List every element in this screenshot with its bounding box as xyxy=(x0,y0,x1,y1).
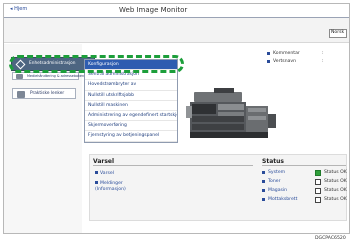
home-link-label[interactable]: Hjem xyxy=(14,6,27,12)
info-colon: : xyxy=(322,51,324,56)
bullet-icon xyxy=(262,171,265,174)
menu-item-reset-print-job[interactable]: Nullstill utskriftsjobb xyxy=(85,91,177,101)
status-label[interactable]: Magasin xyxy=(268,187,287,195)
status-divider xyxy=(262,165,346,166)
status-value: Status OK xyxy=(324,197,347,202)
info-colon: : xyxy=(322,59,324,64)
printer-image xyxy=(186,88,276,138)
status-title: Status xyxy=(262,158,284,165)
status-row-system: System Status OK xyxy=(262,169,347,177)
output-tray-icon xyxy=(315,197,321,203)
browser-viewport: ◂ Hjem Web Image Monitor Norsk Enhetsadm… xyxy=(3,3,350,234)
toner-icon xyxy=(315,179,321,185)
language-select[interactable]: Norsk xyxy=(329,29,347,38)
app-header: ◂ Hjem Web Image Monitor xyxy=(4,4,349,18)
bullet-icon xyxy=(262,189,265,192)
bullet-icon xyxy=(262,180,265,183)
menu-item-reset-machine[interactable]: Nullstill maskinen xyxy=(85,101,177,111)
address-book-icon xyxy=(16,74,23,79)
status-value: Status OK xyxy=(324,179,347,184)
app-title: Web Image Monitor xyxy=(119,6,188,14)
home-link[interactable]: ◂ Hjem xyxy=(10,6,27,12)
status-value: Status OK xyxy=(324,170,347,175)
status-label[interactable]: Toner xyxy=(268,178,280,186)
alert-label[interactable]: Meldinger (Informasjon) xyxy=(95,181,126,192)
device-management-label: Enhetsadministrasjon xyxy=(29,61,76,66)
status-row-output-tray: Mottaksbrett Status OK xyxy=(262,196,347,204)
bullet-icon xyxy=(95,181,98,184)
favorites-button[interactable]: Praktiske lenker xyxy=(12,88,76,99)
device-info: Kommentar : Vertsnavn : xyxy=(267,50,349,66)
menu-item-central-admin[interactable]: Sentral administrasjon xyxy=(85,70,177,81)
bullet-icon xyxy=(262,198,265,201)
info-key: Kommentar xyxy=(273,51,300,56)
info-key: Vertsnavn xyxy=(273,59,297,64)
menu-item-screen-transfer[interactable]: Skjermoverføring xyxy=(85,121,177,132)
status-row-toner: Toner Status OK xyxy=(262,178,347,186)
menu-item-custom-home-screen[interactable]: Administrering av egendefinert startskje… xyxy=(85,111,177,122)
status-label[interactable]: System xyxy=(268,169,285,177)
alerts-title: Varsel xyxy=(93,158,115,165)
alerts-divider xyxy=(93,165,253,166)
info-row: Vertsnavn : xyxy=(267,58,349,66)
link-icon xyxy=(17,91,25,98)
language-bar: Norsk xyxy=(4,18,349,43)
bullet-icon xyxy=(267,52,270,55)
alert-item[interactable]: Varsel xyxy=(95,171,114,176)
status-value: Status OK xyxy=(324,188,347,193)
address-book-label: Mediehåndtering & adressebokentry xyxy=(27,74,89,78)
address-book-button[interactable]: Mediehåndtering & adressebokentry xyxy=(12,72,89,80)
menu-item-remote-panel[interactable]: Fjernstyring av betjeningspanel xyxy=(85,131,177,142)
status-panel: Varsel Varsel Meldinger (Informasjon) St… xyxy=(89,154,347,221)
alert-label[interactable]: Varsel xyxy=(100,171,114,176)
tray-icon xyxy=(315,188,321,194)
figure-code: DGCPAC6520 xyxy=(315,236,346,241)
favorites-label: Praktiske lenker xyxy=(30,91,65,96)
info-row: Kommentar : xyxy=(267,50,349,58)
system-ok-icon xyxy=(315,170,321,176)
bullet-icon xyxy=(95,171,98,174)
device-management-icon xyxy=(15,59,26,70)
status-row-tray: Magasin Status OK xyxy=(262,187,347,195)
bullet-icon xyxy=(267,60,270,63)
menu-item-power-off[interactable]: Hovedstrømbryter av xyxy=(85,80,177,91)
device-management-menu: Konfigurasjon Sentral administrasjon Hov… xyxy=(84,59,178,143)
menu-item-configuration[interactable]: Konfigurasjon xyxy=(85,60,177,71)
status-label[interactable]: Mottaksbrett xyxy=(268,196,297,204)
alert-item[interactable]: Meldinger (Informasjon) xyxy=(95,181,135,193)
device-management-button[interactable]: Enhetsadministrasjon ▸ xyxy=(11,57,95,71)
